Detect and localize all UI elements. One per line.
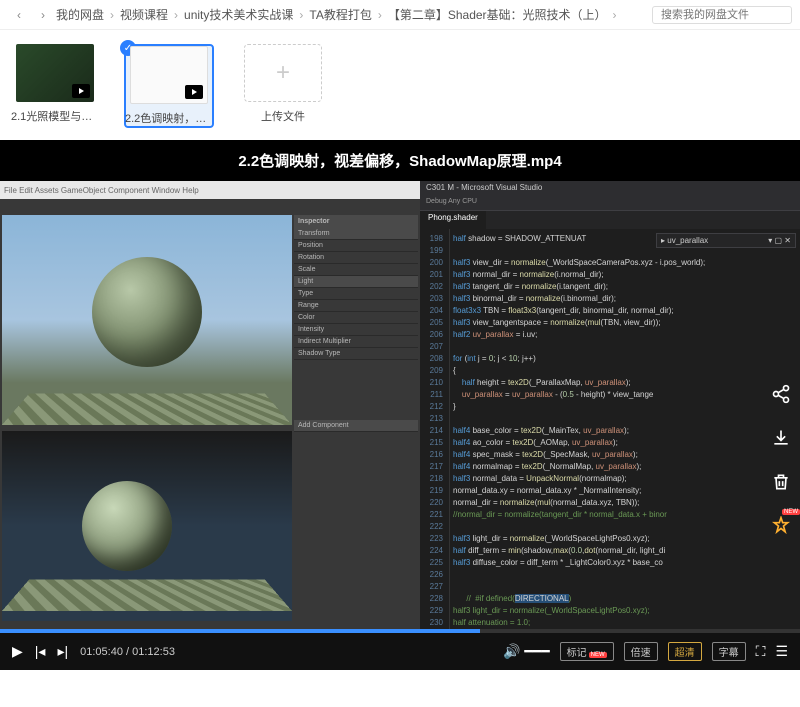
- pin-icon[interactable]: NEW: [768, 513, 794, 539]
- nav-back[interactable]: ‹: [8, 4, 30, 26]
- code-editor: 1981992002012022032042052062072082092102…: [420, 229, 800, 649]
- play-button[interactable]: ▶: [12, 643, 23, 660]
- upload-tile[interactable]: + 上传文件: [238, 44, 328, 128]
- file-thumb: [130, 46, 208, 104]
- volume-icon[interactable]: 🔊 ━━━: [503, 643, 550, 660]
- unity-game-view: [2, 431, 292, 621]
- file-item-1[interactable]: 2.1光照模型与法...: [10, 44, 100, 128]
- crumb-1[interactable]: 视频课程: [120, 6, 168, 23]
- file-item-2[interactable]: 2.2色调映射，视...: [124, 44, 214, 128]
- play-icon: [72, 84, 90, 98]
- speed-button[interactable]: 倍速: [624, 642, 658, 661]
- crumb-0[interactable]: 我的网盘: [56, 6, 104, 23]
- unity-editor: File Edit Assets GameObject Component Wi…: [0, 181, 420, 666]
- file-thumb: [16, 44, 94, 102]
- delete-icon[interactable]: [768, 469, 794, 495]
- unity-scene-view: [2, 215, 292, 425]
- video-controls: ▶ |◂ ▸| 01:05:40 / 01:12:53 🔊 ━━━ 标记NEW …: [0, 633, 800, 670]
- file-label: 2.1光照模型与法...: [11, 108, 99, 124]
- quality-button[interactable]: 超清: [668, 642, 702, 661]
- subtitle-button[interactable]: 字幕: [712, 642, 746, 661]
- nav-fwd[interactable]: ›: [32, 4, 54, 26]
- upload-label: 上传文件: [261, 108, 305, 124]
- download-icon[interactable]: [768, 425, 794, 451]
- vs-toolbar: Debug Any CPU: [420, 197, 800, 211]
- vs-tabs: Phong.shader: [420, 211, 800, 229]
- unity-menu: File Edit Assets GameObject Component Wi…: [0, 181, 420, 199]
- share-icon[interactable]: [768, 381, 794, 407]
- upload-icon: +: [244, 44, 322, 102]
- visual-studio: C301 M - Microsoft Visual Studio Debug A…: [420, 181, 800, 666]
- video-title: 2.2色调映射，视差偏移，ShadowMap原理.mp4: [0, 140, 800, 181]
- file-grid: 2.1光照模型与法... 2.2色调映射，视... + 上传文件: [0, 30, 800, 142]
- tag-button[interactable]: 标记NEW: [560, 642, 614, 661]
- breadcrumb-bar: ‹ › 我的网盘› 视频课程› unity技术美术实战课› TA教程打包› 【第…: [0, 0, 800, 30]
- vs-tab: Phong.shader: [420, 211, 486, 229]
- video-player: 2.2色调映射，视差偏移，ShadowMap原理.mp4 File Edit A…: [0, 140, 800, 670]
- crumb-2[interactable]: unity技术美术实战课: [184, 6, 293, 23]
- fullscreen-icon[interactable]: ⛶: [756, 643, 766, 660]
- search-input[interactable]: [652, 6, 792, 24]
- crumb-3[interactable]: TA教程打包: [309, 6, 371, 23]
- unity-inspector: Inspector Transform Position Rotation Sc…: [294, 215, 418, 655]
- crumb-4[interactable]: 【第二章】Shader基础：光照技术（上）: [388, 6, 607, 23]
- prev-button[interactable]: |◂: [35, 643, 46, 660]
- file-label: 2.2色调映射，视...: [125, 110, 213, 126]
- time-display: 01:05:40 / 01:12:53: [80, 646, 175, 658]
- side-toolbar: NEW: [768, 381, 794, 539]
- playlist-icon[interactable]: ☰: [775, 643, 788, 660]
- next-button[interactable]: ▸|: [57, 643, 68, 660]
- video-frame[interactable]: File Edit Assets GameObject Component Wi…: [0, 181, 800, 666]
- vs-titlebar: C301 M - Microsoft Visual Studio: [420, 181, 800, 197]
- play-icon: [185, 85, 203, 99]
